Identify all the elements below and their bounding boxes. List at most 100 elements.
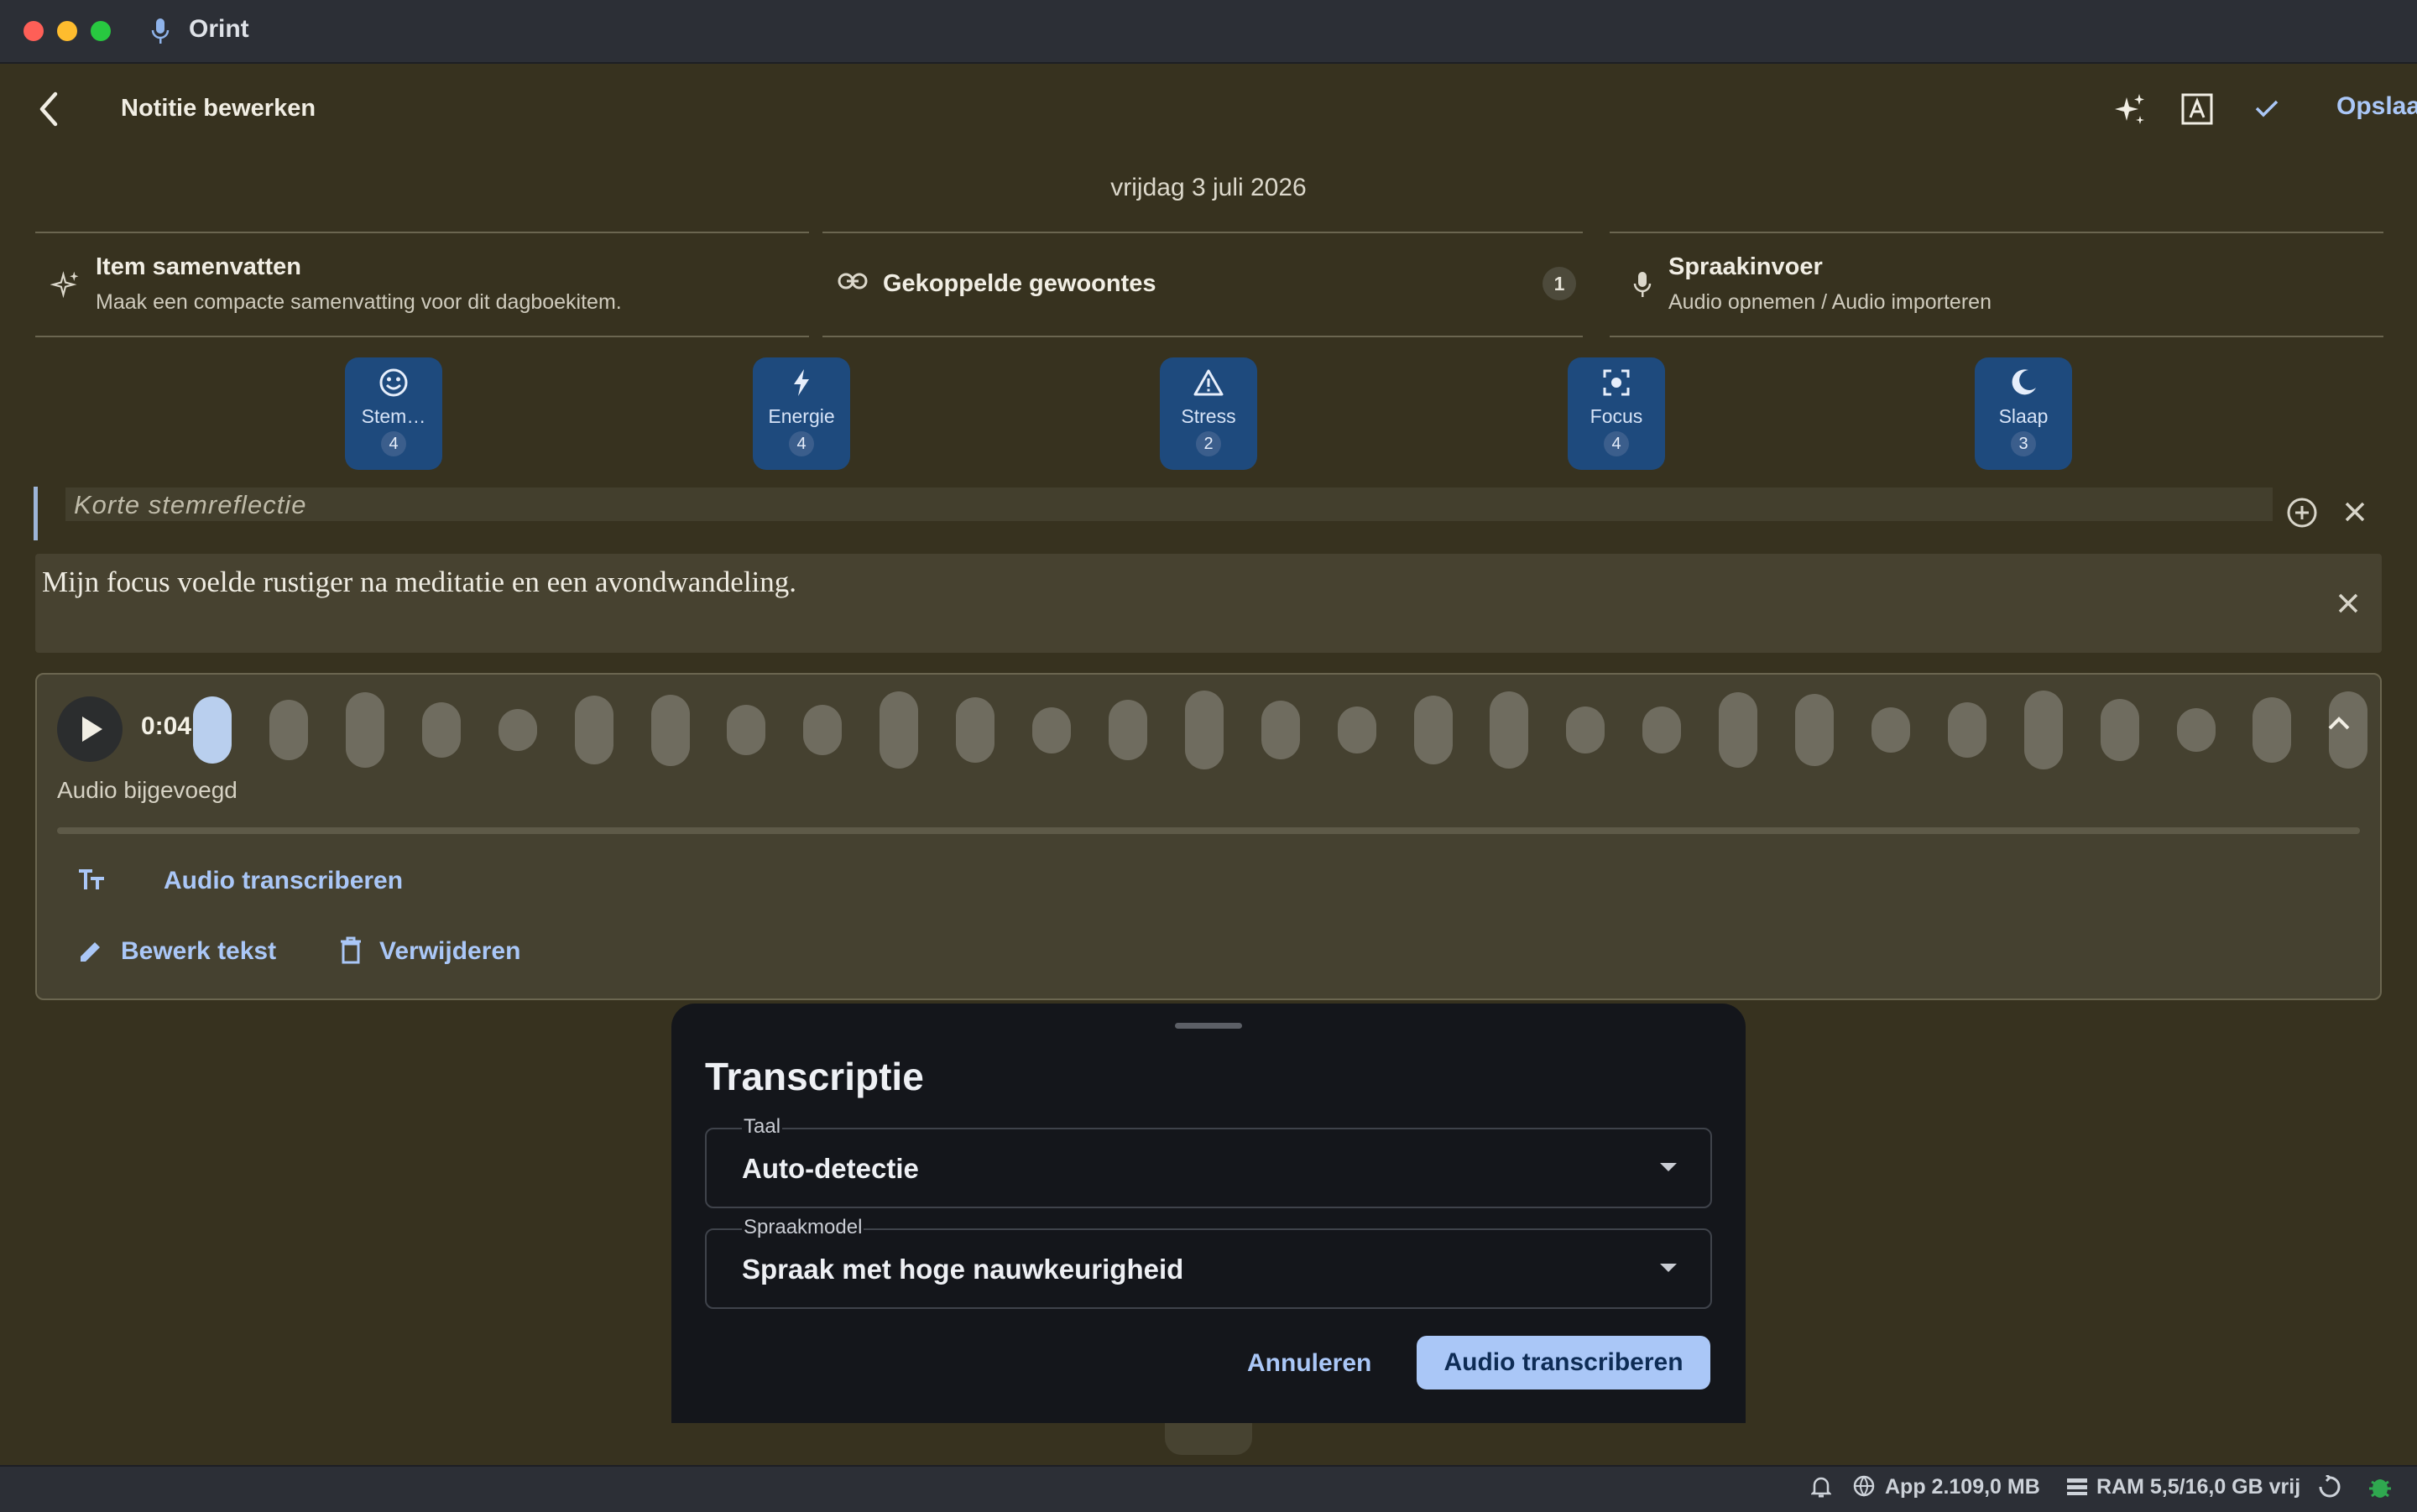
- summarize-title: Item samenvatten: [96, 253, 301, 280]
- add-circle-icon[interactable]: [2286, 497, 2318, 529]
- summarize-subtitle: Maak een compacte samenvatting voor dit …: [96, 290, 622, 314]
- waveform-bar: [2101, 699, 2139, 761]
- chevron-up-icon[interactable]: [2326, 715, 2352, 732]
- clear-note-icon[interactable]: [2336, 592, 2360, 615]
- save-button[interactable]: Opslaan: [2336, 92, 2417, 121]
- metric-value: 4: [789, 431, 814, 456]
- minimize-window-button[interactable]: [57, 21, 77, 41]
- waveform-bar: [1719, 692, 1757, 768]
- waveform-bar: [1948, 702, 1986, 758]
- waveform-bar: [1566, 706, 1605, 753]
- sheet-title: Transcriptie: [705, 1055, 924, 1098]
- note-text[interactable]: Mijn focus voelde rustiger na meditatie …: [42, 566, 796, 599]
- audio-time: 0:04: [141, 712, 192, 740]
- audio-waveform[interactable]: [193, 688, 2367, 772]
- bell-icon[interactable]: [1811, 1475, 1831, 1499]
- entry-date[interactable]: vrijdag 3 juli 2026: [0, 174, 2417, 202]
- ram-status: RAM 5,5/16,0 GB vrij: [2096, 1475, 2301, 1499]
- edit-text-button[interactable]: Bewerk tekst: [121, 937, 276, 966]
- sheet-drag-handle[interactable]: [1175, 1023, 1242, 1029]
- audio-status: Audio bijgevoegd: [57, 777, 238, 803]
- voice-input-title: Spraakinvoer: [1668, 253, 1823, 280]
- checkmark-icon[interactable]: [2254, 96, 2279, 121]
- metric-label: Focus: [1590, 405, 1643, 427]
- metric-value: 3: [2011, 431, 2036, 456]
- waveform-bar: [1414, 696, 1453, 764]
- close-icon[interactable]: [2343, 500, 2367, 524]
- bug-icon[interactable]: [2367, 1473, 2394, 1500]
- bolt-icon: [786, 368, 817, 398]
- moon-icon: [2008, 368, 2039, 398]
- memory-icon: [2066, 1478, 2088, 1496]
- status-bar: [0, 1465, 2417, 1512]
- cancel-button[interactable]: Annuleren: [1247, 1337, 1371, 1389]
- metric-value: 4: [1604, 431, 1629, 456]
- metric-chip-mood[interactable]: Stem… 4: [345, 357, 442, 470]
- waveform-bar: [1185, 691, 1224, 769]
- waveform-bar: [1109, 700, 1147, 760]
- audio-progress-track[interactable]: [57, 827, 2360, 834]
- audio-transcribe-action[interactable]: Audio transcriberen: [164, 867, 403, 895]
- waveform-bar: [880, 691, 918, 769]
- waveform-bar: [803, 705, 842, 755]
- back-arrow-icon[interactable]: [34, 91, 67, 128]
- summarize-card[interactable]: Item samenvatten Maak een compacte samen…: [35, 232, 809, 337]
- metric-chip-focus[interactable]: Focus 4: [1568, 357, 1665, 470]
- link-icon: [838, 272, 868, 290]
- voice-input-subtitle: Audio opnemen / Audio importeren: [1668, 290, 1992, 314]
- waveform-bar: [1261, 701, 1300, 759]
- waveform-bar: [1490, 691, 1528, 769]
- chevron-down-icon[interactable]: [1660, 1264, 1677, 1272]
- playhead-thumb[interactable]: [193, 696, 232, 764]
- text-format-icon: [77, 868, 106, 893]
- globe-icon: [1853, 1475, 1875, 1497]
- waveform-bar: [2177, 708, 2216, 752]
- waveform-bar: [269, 700, 308, 760]
- chevron-down-icon[interactable]: [1660, 1163, 1677, 1171]
- smile-icon: [378, 368, 409, 398]
- metric-value: 2: [1196, 431, 1221, 456]
- play-button[interactable]: [57, 696, 123, 762]
- metric-chip-sleep[interactable]: Slaap 3: [1975, 357, 2072, 470]
- linked-habits-title: Gekoppelde gewoontes: [883, 270, 1156, 297]
- linked-habits-card[interactable]: Gekoppelde gewoontes 1: [822, 232, 1583, 337]
- language-value[interactable]: Auto-detectie: [742, 1153, 919, 1185]
- microphone-icon: [151, 17, 170, 45]
- delete-button[interactable]: Verwijderen: [379, 937, 520, 966]
- speech-model-value[interactable]: Spraak met hoge nauwkeurigheid: [742, 1254, 1183, 1285]
- waveform-bar: [1338, 706, 1376, 753]
- language-label: Taal: [742, 1115, 783, 1139]
- warning-icon: [1193, 368, 1224, 398]
- focus-icon: [1601, 368, 1631, 398]
- close-window-button[interactable]: [23, 21, 44, 41]
- metric-label: Stress: [1181, 405, 1236, 427]
- metric-label: Stem…: [361, 405, 426, 427]
- waveform-bar: [422, 702, 461, 758]
- sparkle-icon: [50, 270, 81, 300]
- reflection-input[interactable]: Korte stemreflectie: [74, 490, 306, 520]
- voice-input-card[interactable]: Spraakinvoer Audio opnemen / Audio impor…: [1610, 232, 2383, 337]
- waveform-bar: [575, 696, 613, 764]
- recycle-icon[interactable]: [2318, 1475, 2341, 1499]
- peek-tab[interactable]: [1165, 1418, 1252, 1455]
- waveform-bar: [956, 697, 994, 763]
- waveform-bar: [2253, 697, 2291, 763]
- reflection-accent-bar: [34, 487, 38, 540]
- waveform-bar: [1871, 707, 1910, 753]
- waveform-bar: [1032, 707, 1071, 753]
- speech-model-label: Spraakmodel: [742, 1216, 864, 1239]
- metric-chip-energy[interactable]: Energie 4: [753, 357, 850, 470]
- zoom-window-button[interactable]: [91, 21, 111, 41]
- pencil-icon: [77, 938, 104, 965]
- sparkle-icon[interactable]: [2112, 92, 2147, 128]
- waveform-bar: [727, 705, 765, 755]
- reflection-field[interactable]: [65, 487, 2273, 521]
- app-title: Orint: [189, 15, 249, 43]
- font-format-icon[interactable]: [2180, 92, 2214, 126]
- waveform-bar: [499, 709, 537, 751]
- transcribe-button[interactable]: Audio transcriberen: [1417, 1336, 1710, 1389]
- linked-habits-count: 1: [1543, 267, 1576, 300]
- metric-chip-stress[interactable]: Stress 2: [1160, 357, 1257, 470]
- metric-label: Slaap: [1998, 405, 2049, 427]
- waveform-bar: [1642, 706, 1681, 753]
